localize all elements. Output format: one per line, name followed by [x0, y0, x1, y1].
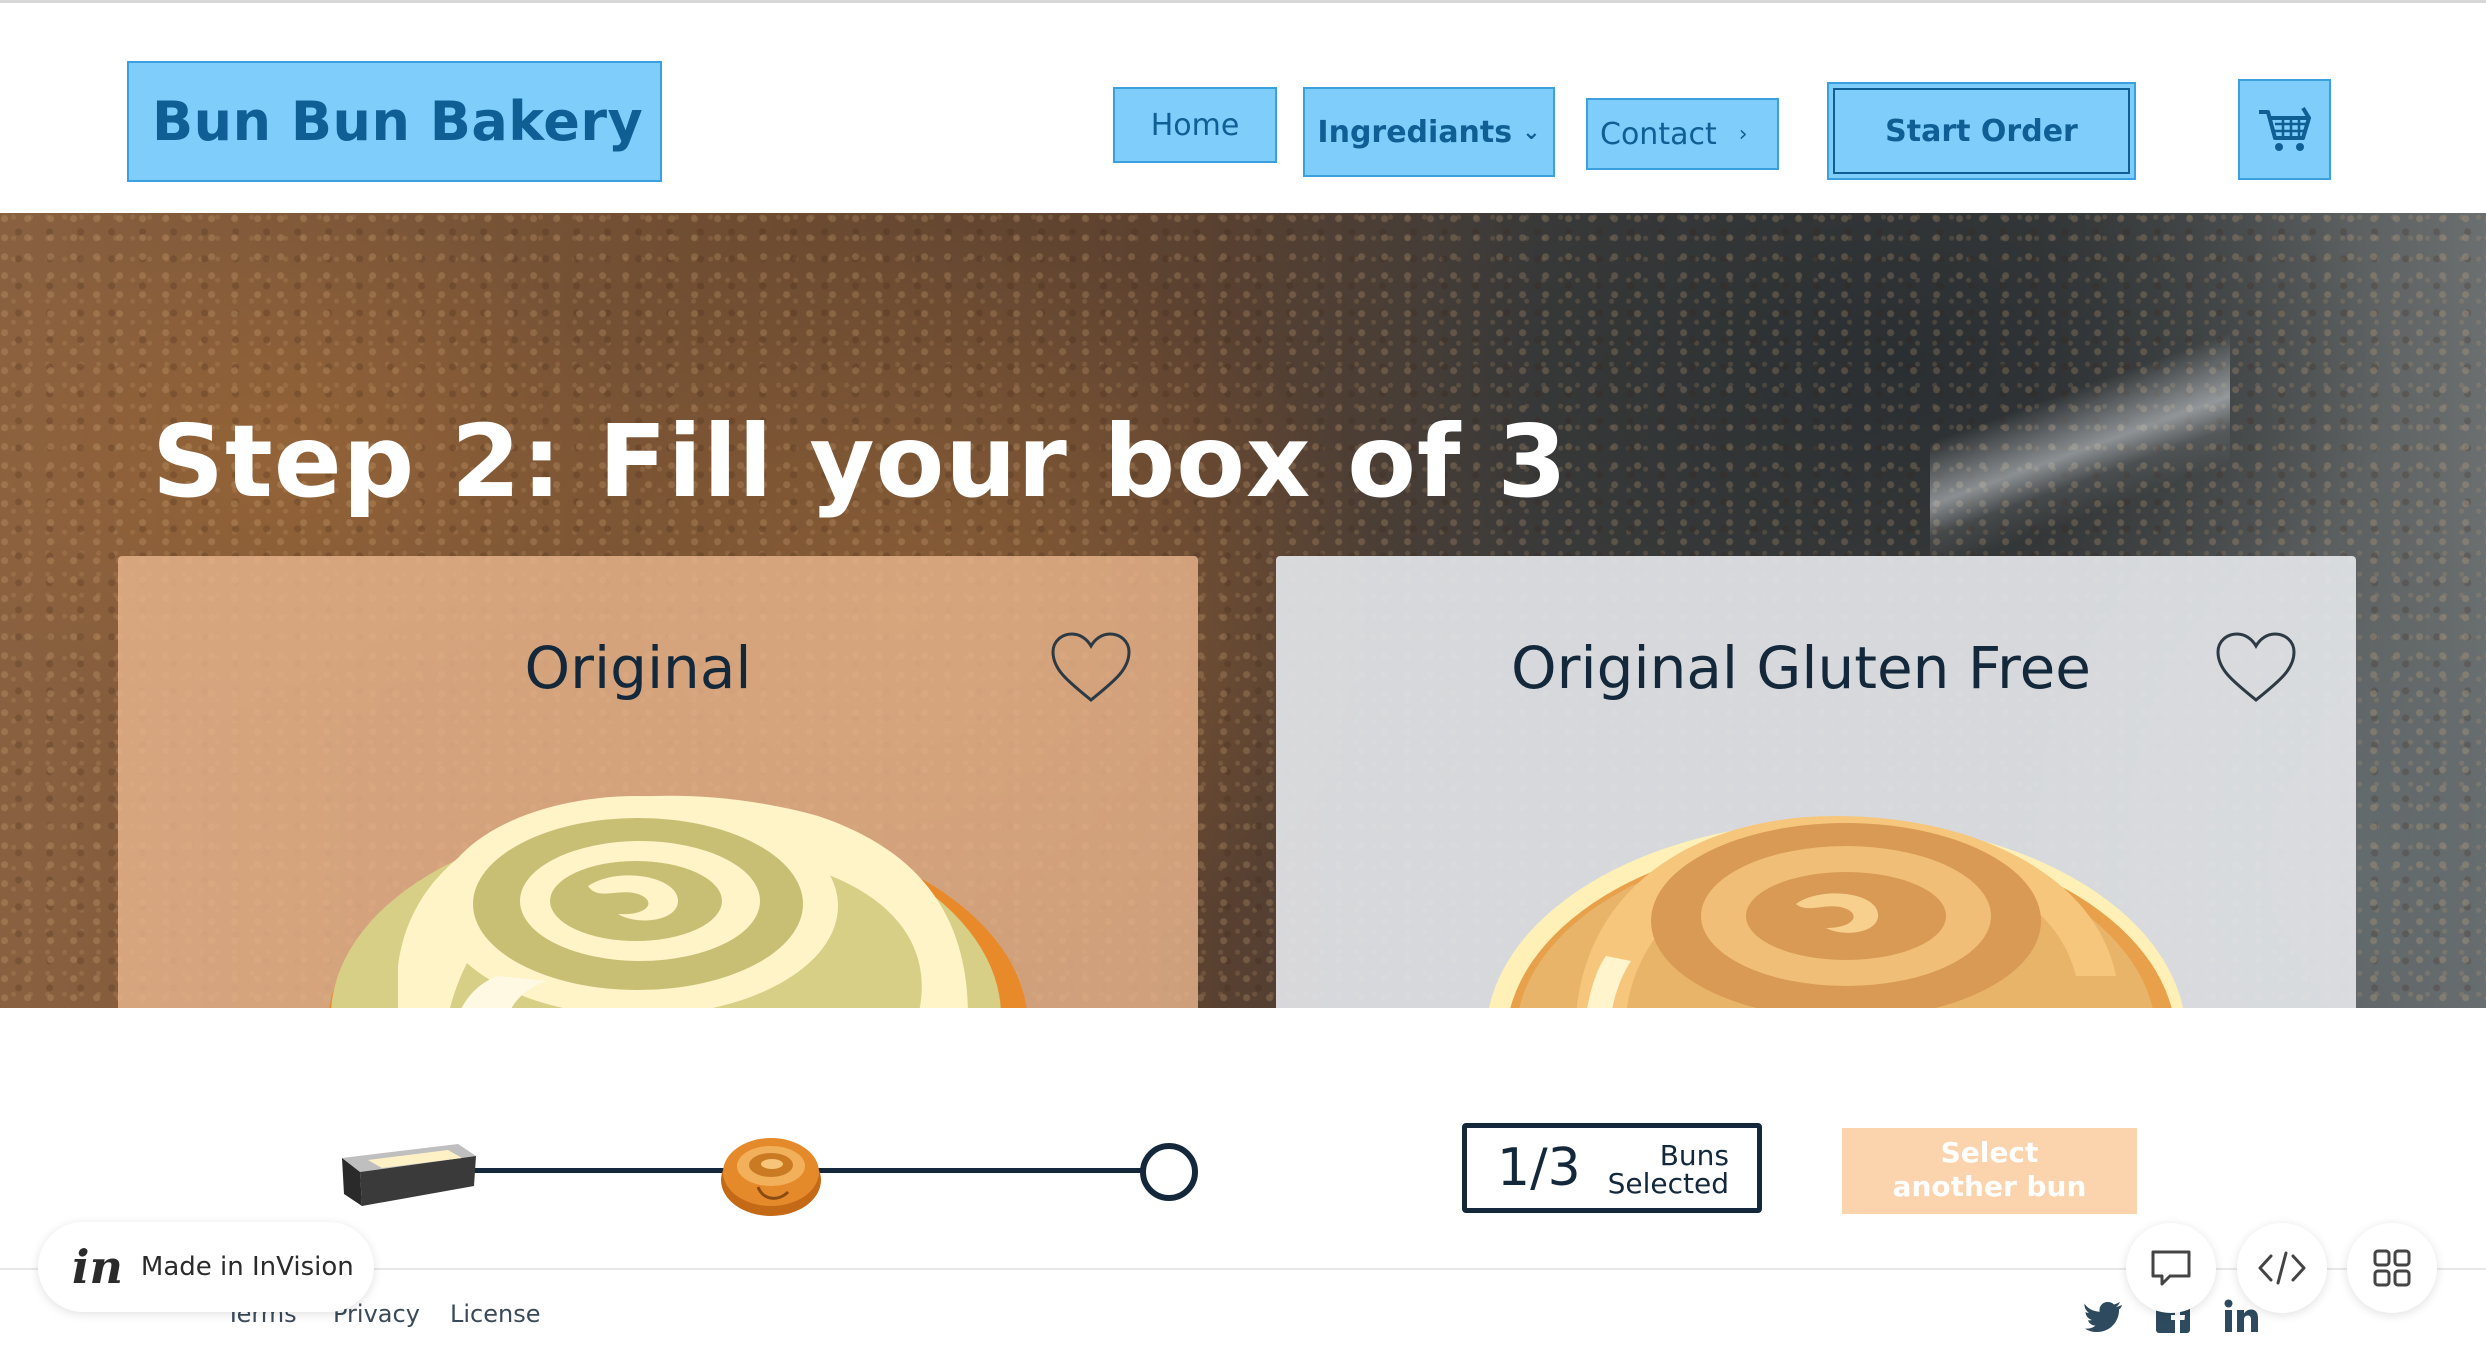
invision-logo: in [72, 1240, 123, 1294]
hero-section: Step 2: Fill your box of 3 Original Orig… [0, 213, 2486, 1008]
select-button-line2: another bun [1892, 1170, 2087, 1203]
step-title: Step 2: Fill your box of 3 [152, 403, 1568, 520]
start-order-button[interactable]: Start Order [1827, 82, 2136, 180]
bun-image-original [329, 795, 1027, 1008]
site-footer: Terms Privacy License [0, 1268, 2486, 1358]
grid-icon [2373, 1249, 2411, 1287]
bun-image-gluten-free [1489, 816, 2183, 1008]
buns-selected-counter: 1/3 Buns Selected [1462, 1123, 1762, 1213]
counter-value: 1/3 [1497, 1138, 1581, 1198]
code-icon [2258, 1251, 2306, 1285]
start-order-inner: Start Order [1833, 88, 2130, 174]
comment-button[interactable] [2126, 1223, 2216, 1313]
progress-line [470, 1168, 730, 1173]
brand-name: Bun Bun Bakery [152, 90, 644, 153]
step-title-bold: Step 2: [152, 403, 563, 520]
box-icon [342, 1144, 476, 1206]
heart-icon[interactable] [1049, 630, 1133, 706]
site-header: Bun Bun Bakery Home Ingrediants ⌄ Contac… [0, 3, 2486, 213]
chevron-down-icon: ⌄ [1522, 119, 1541, 145]
pending-step-circle-icon [1140, 1143, 1198, 1201]
made-in-invision-badge[interactable]: in Made in InVision [38, 1222, 374, 1312]
cart-icon [2258, 106, 2311, 151]
order-progress: 1/3 Buns Selected Select another bun [0, 1008, 2486, 1278]
bun-card-title: Original [524, 634, 752, 702]
comment-icon [2151, 1250, 2191, 1286]
counter-label-line1: Buns [1659, 1139, 1729, 1172]
nav-home-link[interactable]: Home [1113, 87, 1277, 163]
select-button-line1: Select [1940, 1136, 2039, 1169]
twitter-icon[interactable] [2083, 1296, 2123, 1336]
nav-contact-label: Contact [1600, 116, 1717, 152]
invision-label: Made in InVision [140, 1252, 354, 1282]
bun-card-gluten-free[interactable]: Original Gluten Free [1276, 556, 2356, 1008]
select-another-bun-button[interactable]: Select another bun [1842, 1128, 2137, 1214]
heart-icon[interactable] [2214, 630, 2298, 706]
progress-line [815, 1168, 1145, 1173]
bun-card-title: Original Gluten Free [1511, 634, 2091, 702]
brand-logo[interactable]: Bun Bun Bakery [127, 61, 662, 182]
cart-button[interactable] [2238, 79, 2331, 180]
nav-contact-link[interactable]: Contact › [1586, 98, 1779, 170]
nav-home-label: Home [1150, 107, 1240, 143]
counter-label-line2: Selected [1607, 1167, 1729, 1200]
counter-label: Buns Selected [1608, 1142, 1729, 1198]
chevron-right-icon: › [1738, 121, 1748, 147]
nav-ingredients-label: Ingrediants [1317, 114, 1513, 150]
nav-ingredients-dropdown[interactable]: Ingrediants ⌄ [1303, 87, 1555, 177]
bun-icon [721, 1138, 821, 1216]
grid-button[interactable] [2347, 1223, 2437, 1313]
page: Bun Bun Bakery Home Ingrediants ⌄ Contac… [0, 0, 2486, 1358]
step-title-text: Fill your box of 3 [562, 403, 1568, 520]
start-order-label: Start Order [1885, 113, 2078, 149]
code-button[interactable] [2237, 1223, 2327, 1313]
footer-link-license[interactable]: License [450, 1300, 540, 1328]
bun-card-original[interactable]: Original [118, 556, 1198, 1008]
